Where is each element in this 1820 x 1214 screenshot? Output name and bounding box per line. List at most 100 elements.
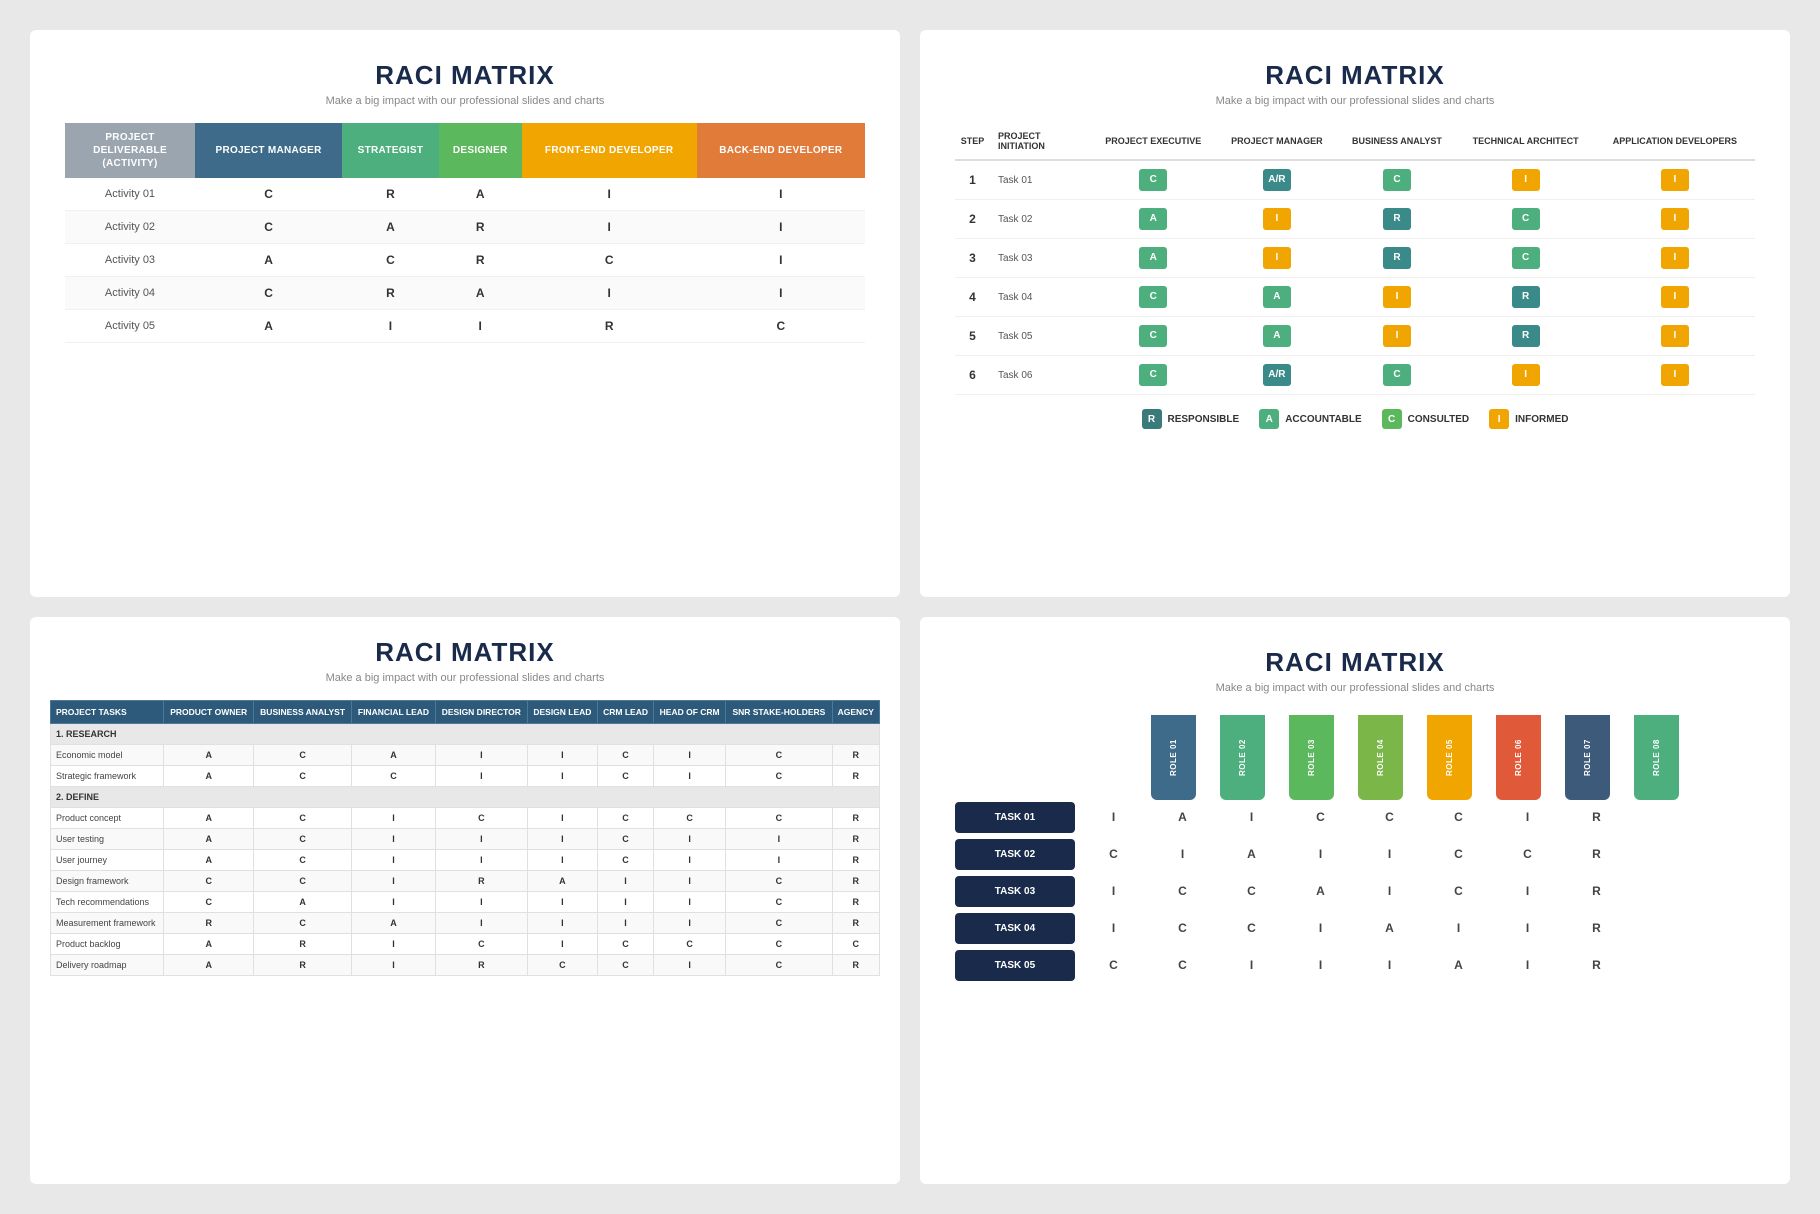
slide1-title: RACI MATRIX bbox=[375, 60, 555, 91]
table-row: Activity 05 A I I R C bbox=[65, 310, 865, 343]
task-cell: I bbox=[1495, 874, 1560, 908]
table-row: Product backlog ARICICCCC bbox=[51, 934, 880, 955]
task-label-box: TASK 03 bbox=[955, 876, 1075, 907]
role-col-header: ROLE 01 bbox=[1141, 710, 1206, 800]
slide2-subtitle: Make a big impact with our professional … bbox=[1216, 95, 1495, 107]
task-cell: C bbox=[1219, 911, 1284, 945]
task-cell: C bbox=[1150, 948, 1215, 982]
task-cell: R bbox=[1564, 800, 1629, 834]
raci-table-1: PROJECT DELIVERABLE (ACTIVITY) PROJECT M… bbox=[65, 123, 865, 343]
role-col-header: ROLE 07 bbox=[1555, 710, 1620, 800]
table-row: 2 Task 02 A I R C I bbox=[955, 200, 1755, 239]
task-row: TASK 01IAICCCIR bbox=[955, 800, 1755, 834]
th-ta: TECHNICAL ARCHITECT bbox=[1456, 123, 1594, 160]
slide-2: RACI MATRIX Make a big impact with our p… bbox=[920, 30, 1790, 597]
task-cell: R bbox=[1564, 948, 1629, 982]
th-appdev: APPLICATION DEVELOPERS bbox=[1595, 123, 1755, 160]
table-row: 4 Task 04 C A I R I bbox=[955, 278, 1755, 317]
slide1-subtitle: Make a big impact with our professional … bbox=[326, 95, 605, 107]
task-cell: I bbox=[1357, 874, 1422, 908]
task-label-box: TASK 05 bbox=[955, 950, 1075, 981]
task-cell: R bbox=[1564, 837, 1629, 871]
th-step: STEP bbox=[955, 123, 990, 160]
roles-header: ROLE 01 ROLE 02 ROLE 03 ROLE 04 ROLE 05 … bbox=[1019, 710, 1691, 800]
task-cell: C bbox=[1219, 874, 1284, 908]
task-cell: I bbox=[1219, 800, 1284, 834]
table-row: User testing ACIIICIIR bbox=[51, 829, 880, 850]
slide3-subtitle: Make a big impact with our professional … bbox=[326, 672, 605, 684]
table-row: 1 Task 01 C A/R C I I bbox=[955, 160, 1755, 200]
task-label-box: TASK 02 bbox=[955, 839, 1075, 870]
task-cell: A bbox=[1219, 837, 1284, 871]
task-cell: C bbox=[1357, 800, 1422, 834]
role-col-header: ROLE 05 bbox=[1417, 710, 1482, 800]
table-row: Delivery roadmap ARIRCCICR bbox=[51, 955, 880, 976]
task-label-box: TASK 01 bbox=[955, 802, 1075, 833]
table-row: 5 Task 05 C A I R I bbox=[955, 317, 1755, 356]
table-row: Activity 03 A C R C I bbox=[65, 244, 865, 277]
task-row: TASK 03ICCAICIR bbox=[955, 874, 1755, 908]
table-row: Strategic framework ACCIICICR bbox=[51, 766, 880, 787]
task-cell: C bbox=[1150, 874, 1215, 908]
task-rows: TASK 01IAICCCIR TASK 02CIAIICCR TASK 03I… bbox=[955, 800, 1755, 985]
table-row: Economic model ACAIICICR bbox=[51, 745, 880, 766]
task-cell: I bbox=[1219, 948, 1284, 982]
task-cell: I bbox=[1495, 911, 1560, 945]
legend-item: A ACCOUNTABLE bbox=[1259, 409, 1361, 429]
task-cell: C bbox=[1426, 837, 1491, 871]
table-row: Design framework CCIRAIICR bbox=[51, 871, 880, 892]
legend-item: C CONSULTED bbox=[1382, 409, 1469, 429]
raci-table-3: PROJECT TASKSPRODUCT OWNERBUSINESS ANALY… bbox=[50, 700, 880, 976]
table-row: 3 Task 03 A I R C I bbox=[955, 239, 1755, 278]
task-cell: I bbox=[1288, 837, 1353, 871]
task-cell: C bbox=[1495, 837, 1560, 871]
th-initiation: PROJECT INITIATION bbox=[990, 123, 1090, 160]
task-cell: R bbox=[1564, 874, 1629, 908]
role-col-header: ROLE 02 bbox=[1210, 710, 1275, 800]
slide2-title: RACI MATRIX bbox=[1265, 60, 1445, 91]
task-cell: I bbox=[1426, 911, 1491, 945]
th-deliverable: PROJECT DELIVERABLE (ACTIVITY) bbox=[65, 123, 195, 178]
legend-item: I INFORMED bbox=[1489, 409, 1568, 429]
role-col-header: ROLE 03 bbox=[1279, 710, 1344, 800]
slide-1: RACI MATRIX Make a big impact with our p… bbox=[30, 30, 900, 597]
task-cell: I bbox=[1495, 800, 1560, 834]
slide-4: RACI MATRIX Make a big impact with our p… bbox=[920, 617, 1790, 1184]
raci-table-2: STEP PROJECT INITIATION PROJECT EXECUTIV… bbox=[955, 123, 1755, 395]
slide4-title: RACI MATRIX bbox=[1265, 647, 1445, 678]
task-cell: A bbox=[1357, 911, 1422, 945]
th-frontend: FRONT-END DEVELOPER bbox=[522, 123, 697, 178]
slide3-title: RACI MATRIX bbox=[375, 637, 555, 668]
task-cell: R bbox=[1564, 911, 1629, 945]
role-col-header: ROLE 04 bbox=[1348, 710, 1413, 800]
task-cell: C bbox=[1150, 911, 1215, 945]
task-label-box: TASK 04 bbox=[955, 913, 1075, 944]
task-cell: I bbox=[1150, 837, 1215, 871]
th-designer: DESIGNER bbox=[439, 123, 522, 178]
task-cell: I bbox=[1495, 948, 1560, 982]
task-row: TASK 02CIAIICCR bbox=[955, 837, 1755, 871]
th-pm: PROJECT MANAGER bbox=[195, 123, 342, 178]
task-cell: I bbox=[1288, 948, 1353, 982]
slide-3: RACI MATRIX Make a big impact with our p… bbox=[30, 617, 900, 1184]
table-row: Activity 04 C R A I I bbox=[65, 277, 865, 310]
task-cell: A bbox=[1150, 800, 1215, 834]
table-row: Measurement framework RCAIIIICR bbox=[51, 913, 880, 934]
task-cell: I bbox=[1357, 837, 1422, 871]
table-row: Tech recommendations CAIIIIICR bbox=[51, 892, 880, 913]
task-cell: I bbox=[1081, 911, 1146, 945]
task-cell: I bbox=[1357, 948, 1422, 982]
th-exec: PROJECT EXECUTIVE bbox=[1090, 123, 1216, 160]
task-row: TASK 04ICCIAIIR bbox=[955, 911, 1755, 945]
th-ba: BUSINESS ANALYST bbox=[1337, 123, 1456, 160]
table-row: Activity 02 C A R I I bbox=[65, 211, 865, 244]
th-strategist: STRATEGIST bbox=[342, 123, 439, 178]
task-cell: A bbox=[1288, 874, 1353, 908]
table-row: 6 Task 06 C A/R C I I bbox=[955, 356, 1755, 395]
table-row: Product concept ACICICCCR bbox=[51, 808, 880, 829]
slide4-subtitle: Make a big impact with our professional … bbox=[1216, 682, 1495, 694]
role-col-header: ROLE 08 bbox=[1624, 710, 1689, 800]
task-cell: I bbox=[1288, 911, 1353, 945]
th-pm2: PROJECT MANAGER bbox=[1216, 123, 1337, 160]
task-cell: C bbox=[1288, 800, 1353, 834]
